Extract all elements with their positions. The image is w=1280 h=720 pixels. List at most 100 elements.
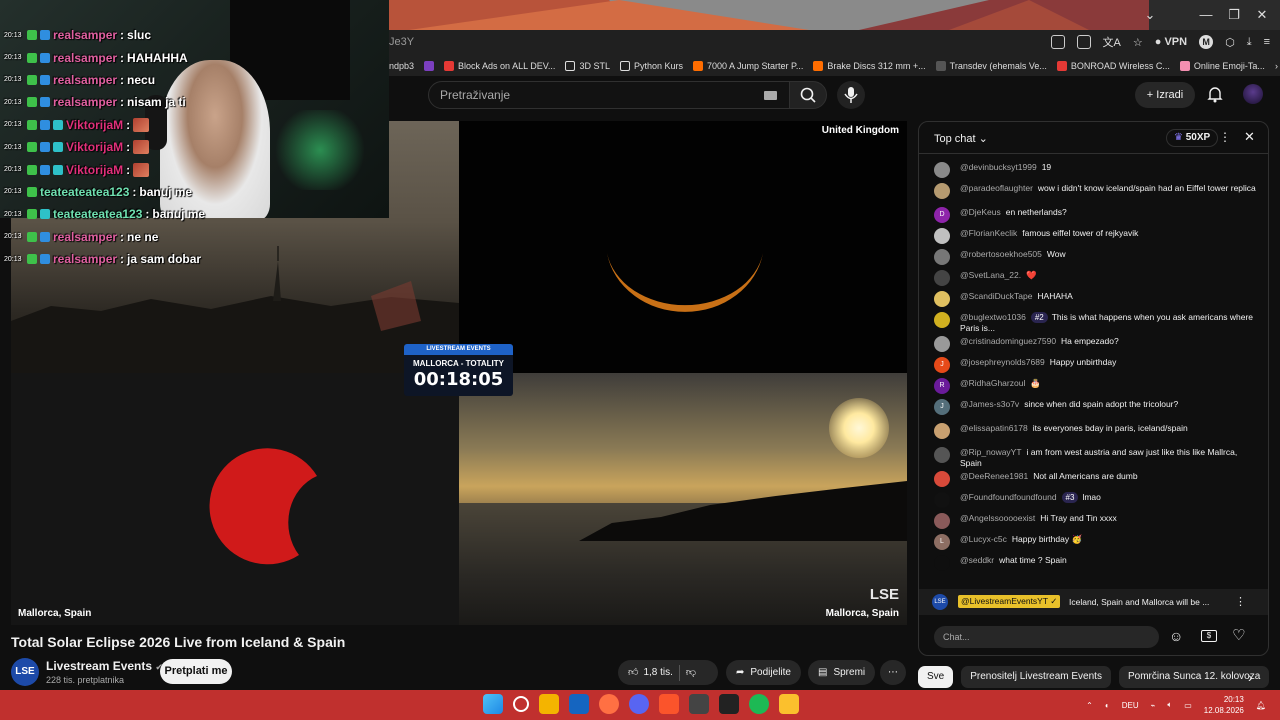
chat-author-avatar[interactable]: L (934, 534, 950, 550)
lang-indicator[interactable]: DEU (1122, 701, 1139, 710)
close-chat-icon[interactable]: ✕ (1244, 129, 1255, 145)
live-chat-message[interactable]: D @DjeKeus en netherlands? (919, 207, 1268, 228)
reader-icon[interactable] (1076, 35, 1091, 49)
firefox-icon[interactable] (599, 694, 619, 714)
profile-avatar[interactable]: M (1199, 35, 1214, 49)
chat-author-avatar[interactable]: R (934, 378, 950, 394)
voice-search-button[interactable] (837, 81, 865, 109)
vpn-button[interactable]: ● VPN (1155, 36, 1187, 48)
chat-author-name[interactable]: @robertosoekhoe505 (960, 249, 1042, 259)
chips-next-icon[interactable]: › (1248, 669, 1253, 685)
download-icon[interactable]: ⤓ (1247, 36, 1252, 49)
bookmark-item[interactable]: Online Emoji-Ta... (1179, 61, 1265, 71)
chat-username[interactable]: ViktorijaM (66, 140, 123, 154)
chat-username[interactable]: teateateatea123 (40, 185, 129, 199)
chat-username[interactable]: teateateatea123 (53, 207, 142, 221)
bookmark-star-icon[interactable]: ☆ (1133, 36, 1143, 49)
chat-author-avatar[interactable]: D (934, 207, 950, 223)
chat-author-name[interactable]: @devinbucksyt1999 (960, 162, 1037, 172)
chat-author-name[interactable]: @josephreynolds7689 (960, 357, 1045, 367)
subscribe-button[interactable]: Pretplati me (160, 659, 232, 684)
chat-username[interactable]: ViktorijaM (66, 163, 123, 177)
filter-chip[interactable]: Pomrčina Sunca 12. kolovoza (1118, 666, 1270, 688)
extensions-icon[interactable]: ⬡ (1225, 36, 1235, 49)
chat-username[interactable]: realsamper (53, 51, 117, 65)
clock[interactable]: 20:13 12.08.2026 (1204, 694, 1244, 716)
live-chat-message[interactable]: L @Lucyx-c5c Happy birthday 🥳 (919, 534, 1268, 555)
start-icon[interactable] (483, 694, 503, 714)
chat-author-name[interactable]: @seddkr (960, 555, 994, 565)
chat-author-avatar[interactable] (934, 336, 950, 352)
filter-chip[interactable]: Sve (918, 666, 954, 688)
chat-author-name[interactable]: @buglextwo1036 (960, 312, 1026, 322)
tray-overflow-icon[interactable]: ⌃ (1086, 701, 1093, 710)
channel-name[interactable]: Livestream Events ✔ (46, 659, 163, 673)
live-chat-message[interactable]: @DeeRenee1981 Not all Americans are dumb (919, 471, 1268, 492)
live-chat-message[interactable]: @ScandiDuckTape HAHAHA (919, 291, 1268, 312)
live-chat-message[interactable]: @paradeoflaughter wow i didn't know icela… (919, 183, 1268, 207)
chat-author-name[interactable]: @cristinadominguez7590 (960, 336, 1056, 346)
chat-author-name[interactable]: @Lucyx-c5c (960, 534, 1007, 544)
minimize-button[interactable]: — (1196, 6, 1216, 24)
bookmark-item[interactable]: Python Kurs (619, 61, 683, 71)
chat-menu-icon[interactable]: ⋮ (1219, 130, 1231, 144)
chat-author-avatar[interactable]: J (934, 357, 950, 373)
chat-author-avatar[interactable] (934, 492, 950, 508)
live-chat-message[interactable]: @Angelssooooexist Hi Tray and Tin xxxx (919, 513, 1268, 534)
bookmark-item[interactable]: 3D STL (565, 61, 610, 71)
chat-author-avatar[interactable] (934, 555, 950, 571)
search-button[interactable] (789, 81, 827, 109)
brave-icon[interactable] (659, 694, 679, 714)
live-chat-message[interactable]: J @James-s3o7v since when did spain adopt … (919, 399, 1268, 423)
chat-author-name[interactable]: @Rip_nowayYT (960, 447, 1022, 457)
chat-author-name[interactable]: @FlorianKeclik (960, 228, 1017, 238)
emoji-picker-icon[interactable]: ☺ (1169, 628, 1183, 644)
chat-username[interactable]: realsamper (53, 28, 117, 42)
pinned-menu-icon[interactable]: ⋮ (1235, 595, 1246, 608)
more-actions-button[interactable]: ⋯ (880, 660, 906, 685)
browser-menu-icon[interactable]: ≡ (1264, 36, 1270, 48)
chat-author-name[interactable]: @Angelssooooexist (960, 513, 1035, 523)
live-chat-message[interactable]: @seddkr what time ? Spain (919, 555, 1268, 576)
chat-author-avatar[interactable] (934, 312, 950, 328)
dislike-button[interactable]: 👎︎ (686, 660, 696, 685)
tray-app-icon[interactable]: ◐ (1105, 701, 1110, 710)
pinned-message[interactable]: LSE @LivestreamEventsYT ✓ Iceland, Spain… (919, 589, 1268, 615)
chat-author-name[interactable]: @Foundfoundfoundfound (960, 492, 1057, 502)
terminal-icon[interactable] (719, 694, 739, 714)
chat-author-avatar[interactable] (934, 249, 950, 265)
close-window-button[interactable]: ✕ (1252, 6, 1272, 24)
github-icon[interactable] (689, 694, 709, 714)
file-explorer-icon[interactable] (539, 694, 559, 714)
chat-username[interactable]: ViktorijaM (66, 118, 123, 132)
chat-author-name[interactable]: @DeeRenee1981 (960, 471, 1028, 481)
live-chat-message[interactable]: @elissapatin6178 its everyones bday in pa… (919, 423, 1268, 447)
heart-reaction-icon[interactable]: ♡ (1232, 626, 1245, 644)
spotify-icon[interactable] (749, 694, 769, 714)
notifications-bell-icon[interactable] (1205, 84, 1225, 104)
chat-username[interactable]: realsamper (53, 73, 117, 87)
chat-username[interactable]: realsamper (53, 230, 117, 244)
chat-author-name[interactable]: @ScandiDuckTape (960, 291, 1032, 301)
chat-author-avatar[interactable] (934, 471, 950, 487)
outlook-icon[interactable] (569, 694, 589, 714)
chat-author-name[interactable]: @DjeKeus (960, 207, 1001, 217)
chat-author-avatar[interactable]: J (934, 399, 950, 415)
chat-author-name[interactable]: @SvetLana_22. (960, 270, 1021, 280)
live-chat-message[interactable]: @robertosoekhoe505 Wow (919, 249, 1268, 270)
volume-icon[interactable]: 🔈︎ (1167, 700, 1172, 710)
save-button[interactable]: ▤ Spremi (808, 660, 876, 685)
like-button[interactable]: 👍︎ 1,8 tis. (628, 660, 673, 685)
chat-username[interactable]: realsamper (53, 95, 117, 109)
bookmark-item[interactable]: Block Ads on ALL DEV... (444, 61, 555, 71)
chat-author-avatar[interactable] (934, 513, 950, 529)
live-chat-message[interactable]: @buglextwo1036 #2 This is what happens whe… (919, 312, 1268, 336)
chat-username[interactable]: realsamper (53, 252, 117, 266)
share-button[interactable]: ➦ Podijelite (726, 660, 801, 685)
super-chat-icon[interactable]: $ (1201, 630, 1217, 642)
chat-author-avatar[interactable] (934, 423, 950, 439)
live-chat-message[interactable]: R @RidhaGharzoul 🎂 (919, 378, 1268, 399)
live-chat-message[interactable]: @devinbucksyt1999 19 (919, 162, 1268, 183)
discord-icon[interactable] (629, 694, 649, 714)
maximize-button[interactable]: ❐ (1224, 6, 1244, 24)
